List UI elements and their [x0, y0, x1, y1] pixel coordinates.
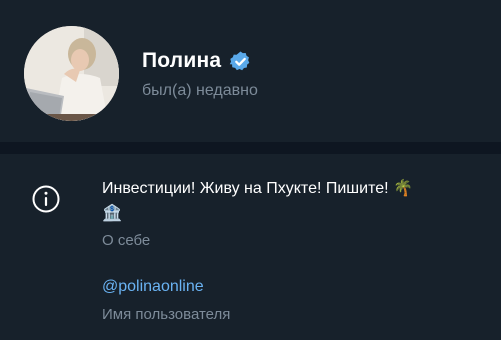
bio-label: О себе [102, 232, 151, 249]
bio-text[interactable]: Инвестиции! Живу на Пхукте! Пишите! 🌴 🏦 [102, 176, 462, 226]
verified-badge-icon [229, 50, 250, 70]
palm-tree-emoji: 🌴 [393, 178, 413, 197]
info-section: Инвестиции! Живу на Пхукте! Пишите! 🌴 🏦 … [0, 154, 501, 340]
avatar[interactable] [24, 26, 119, 121]
username-link[interactable]: @polinaonline [102, 278, 204, 296]
profile-header: Полина был(а) недавно [0, 0, 501, 142]
section-divider [0, 142, 501, 154]
bio-text-content: Инвестиции! Живу на Пхукте! Пишите! [102, 180, 389, 197]
info-icon [32, 185, 60, 213]
bank-emoji: 🏦 [102, 203, 122, 222]
profile-photo [24, 26, 119, 121]
name-row: Полина [142, 47, 252, 75]
profile-name: Полина [142, 49, 222, 72]
last-seen-status: был(а) недавно [142, 82, 258, 99]
username-label: Имя пользователя [102, 306, 231, 323]
